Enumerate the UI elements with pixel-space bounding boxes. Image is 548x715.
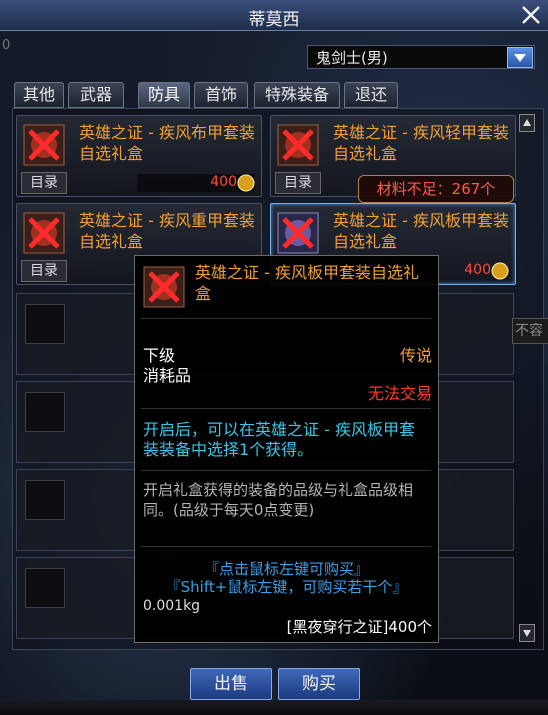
class-select-value: 鬼剑士(男) bbox=[316, 49, 388, 67]
item-tooltip: 英雄之证 - 疾风板甲套装自选礼盒 下级 传说 消耗品 无法交易 开启后，可以在… bbox=[134, 255, 439, 643]
insufficient-material-label: 材料不足：267个 bbox=[358, 175, 514, 203]
empty-slot bbox=[25, 392, 65, 432]
bottom-decoration bbox=[0, 700, 548, 715]
item-name: 英雄之证 - 疾风轻甲套装自选礼盒 bbox=[333, 123, 509, 163]
tab-special-equipment[interactable]: 特殊装备 bbox=[254, 82, 340, 108]
item-price: 400 bbox=[464, 262, 491, 278]
close-icon bbox=[522, 6, 540, 24]
arrow-up-icon bbox=[523, 119, 531, 126]
tooltip-weight: 0.001kg bbox=[143, 598, 201, 614]
title-bar: 蒂莫西 bbox=[0, 0, 548, 31]
catalog-button[interactable]: 目录 bbox=[21, 172, 67, 194]
window-title: 蒂莫西 bbox=[248, 10, 300, 30]
item-card-cloth[interactable]: 英雄之证 - 疾风布甲套装自选礼盒 目录 400 bbox=[16, 115, 262, 197]
empty-slot bbox=[25, 304, 65, 344]
tooltip-description: 开启后，可以在英雄之证 - 疾风板甲套装装备中选择1个获得。 bbox=[143, 420, 415, 459]
item-box-icon bbox=[143, 266, 185, 308]
dropdown-button[interactable] bbox=[507, 47, 533, 68]
item-price: 400 bbox=[210, 174, 237, 190]
buy-button[interactable]: 购买 bbox=[278, 668, 360, 700]
scrollbar[interactable] bbox=[519, 112, 535, 642]
divider bbox=[141, 318, 431, 319]
tooltip-hint-shift: 『Shift+鼠标左键，可购买若干个』 bbox=[165, 578, 408, 596]
item-name: 英雄之证 - 疾风布甲套装自选礼盒 bbox=[79, 123, 255, 163]
scroll-down-button[interactable] bbox=[519, 624, 535, 642]
tab-armor[interactable]: 防具 bbox=[138, 82, 190, 108]
scroll-up-button[interactable] bbox=[519, 114, 535, 132]
empty-slot bbox=[25, 568, 65, 608]
tab-accessory[interactable]: 首饰 bbox=[194, 82, 248, 108]
coin-icon bbox=[491, 262, 509, 280]
item-box-icon bbox=[23, 124, 65, 166]
catalog-button[interactable]: 目录 bbox=[275, 172, 321, 194]
tooltip-item-name: 英雄之证 - 疾风板甲套装自选礼盒 bbox=[195, 263, 419, 303]
tab-other[interactable]: 其他 bbox=[14, 82, 64, 108]
sell-button[interactable]: 出售 bbox=[190, 668, 272, 700]
coin-icon bbox=[237, 174, 255, 192]
side-label: 不容 bbox=[512, 318, 548, 344]
arrow-down-icon bbox=[523, 630, 531, 637]
item-name: 英雄之证 - 疾风重甲套装自选礼盒 bbox=[79, 211, 255, 251]
tab-refund[interactable]: 退还 bbox=[344, 82, 398, 108]
tooltip-type: 消耗品 bbox=[143, 366, 192, 385]
tooltip-cost: [黑夜穿行之证]400个 bbox=[286, 618, 432, 636]
tab-weapon[interactable]: 武器 bbox=[68, 82, 124, 108]
tooltip-note: 开启礼盒获得的装备的品级与礼盒品级相同。(品级于每天0点变更) bbox=[143, 481, 414, 519]
tooltip-rarity: 传说 bbox=[399, 346, 432, 365]
item-box-icon bbox=[23, 212, 65, 254]
divider bbox=[141, 470, 431, 471]
chevron-down-icon bbox=[514, 54, 526, 62]
close-button[interactable] bbox=[518, 2, 544, 28]
divider bbox=[141, 408, 431, 409]
empty-slot bbox=[25, 480, 65, 520]
item-box-icon bbox=[277, 124, 319, 166]
class-select[interactable]: 鬼剑士(男) bbox=[307, 45, 535, 69]
left-value: 0 bbox=[2, 38, 11, 53]
tooltip-trade-status: 无法交易 bbox=[367, 384, 432, 403]
item-name: 英雄之证 - 疾风板甲套装自选礼盒 bbox=[333, 211, 509, 251]
divider bbox=[141, 546, 431, 547]
catalog-button[interactable]: 目录 bbox=[21, 260, 67, 282]
item-box-icon bbox=[277, 212, 319, 254]
